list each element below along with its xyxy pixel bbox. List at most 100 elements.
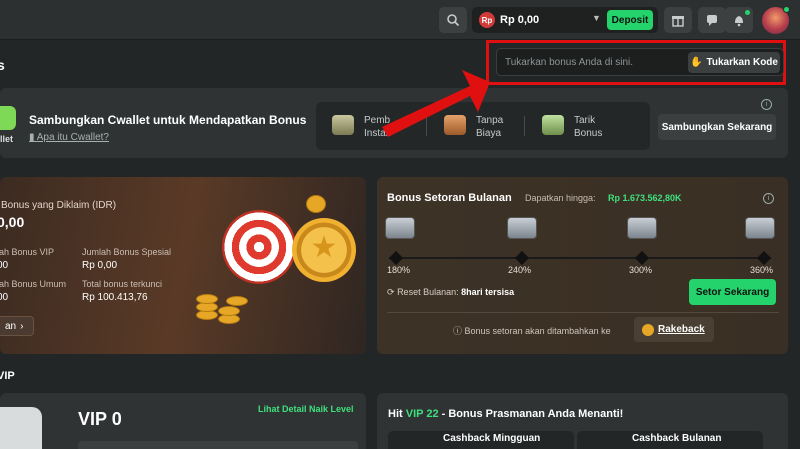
vip-badge-icon: [0, 407, 42, 449]
tier-marker: [388, 250, 404, 266]
special-bonus-value: Rp 0,00: [82, 260, 118, 271]
gift-bag-icon: [444, 115, 466, 135]
hit-vip-level: VIP 22: [405, 408, 439, 420]
reset-label: Reset Bulanan:: [397, 287, 459, 297]
rakeback-button[interactable]: Rakeback: [634, 317, 714, 342]
coin-stack-illustration: [226, 296, 248, 306]
hit-vip-card: Hit VIP 22 - Bonus Prasmanan Anda Menant…: [377, 393, 788, 449]
monthly-reset-info: ⟳ Reset Bulanan: 8hari tersisa: [387, 287, 514, 298]
star-icon: ★: [310, 231, 338, 264]
monthly-deposit-bonus-card: Bonus Setoran Bulanan Dapatkan hingga: R…: [377, 177, 788, 354]
top-bar: Rp Rp 0,00 ▼ Deposit: [0, 0, 800, 40]
coin-stack-illustration: [218, 306, 240, 316]
cwallet-logo-icon: [0, 106, 16, 130]
claimed-bonus-amount: 0,00: [0, 214, 25, 230]
redeem-code-field[interactable]: Tukarkan bonus Anda di sini. ✋ Tukarkan …: [496, 48, 784, 76]
connect-now-button[interactable]: Sambungkan Sekarang: [658, 114, 776, 140]
chest-icon: [745, 217, 775, 239]
feature-label: Tanpa Biaya: [476, 115, 504, 139]
hit-suffix: - Bonus Prasmanan Anda Menanti!: [438, 408, 624, 420]
chest-icon: [507, 217, 537, 239]
coin-stack-illustration: [196, 294, 218, 304]
tier-marker: [756, 250, 772, 266]
chest-icon: [385, 217, 415, 239]
divider: [387, 312, 779, 313]
feature-label: Pemb Instan: [364, 115, 392, 139]
vip-detail-link[interactable]: Lihat Detail Naik Level: [258, 404, 354, 414]
chevron-down-icon[interactable]: ▼: [592, 13, 601, 23]
locked-bonus-label: Total bonus terkunci: [82, 279, 163, 289]
ticket-icon: ✋: [690, 57, 703, 68]
hit-prefix: Hit: [388, 408, 406, 420]
redeem-code-button[interactable]: ✋ Tukarkan Kode: [688, 52, 780, 73]
divider: [524, 116, 525, 136]
chat-icon[interactable]: [698, 7, 726, 33]
tier-marker: [514, 250, 530, 266]
coin-illustration: [306, 195, 326, 213]
refresh-icon: ⟳: [387, 287, 395, 297]
cwallet-info-link[interactable]: ▮ Apa itu Cwallet?: [29, 132, 109, 143]
balance-amount: Rp 0,00: [500, 14, 540, 26]
deposit-note-text: Bonus setoran akan ditambahkan ke: [464, 326, 611, 336]
info-icon[interactable]: i: [761, 99, 772, 110]
general-bonus-value: 00: [0, 292, 9, 303]
deposit-bonus-max-value: Rp 1.673.562,80K: [608, 193, 682, 203]
divider: [426, 116, 427, 136]
locked-bonus-value: Rp 100.413,76: [82, 292, 148, 303]
tier-percent: 300%: [629, 265, 653, 275]
vip-bonus-value: 00: [0, 260, 9, 271]
deposit-button[interactable]: Deposit: [607, 10, 653, 30]
medal-illustration: ★: [292, 218, 356, 282]
cash-stack-icon: [542, 115, 564, 135]
hit-vip-title: Hit VIP 22 - Bonus Prasmanan Anda Menant…: [388, 408, 623, 420]
deposit-now-button[interactable]: Setor Sekarang: [689, 279, 776, 305]
redeem-code-button-label: Tukarkan Kode: [706, 57, 778, 68]
claimed-bonus-action-label: an: [5, 320, 17, 332]
redeem-code-input[interactable]: Tukarkan bonus Anda di sini.: [505, 57, 633, 68]
avatar[interactable]: [762, 6, 790, 34]
cwallet-features: Pemb Instan Tanpa Biaya Tarik Bonus: [316, 102, 650, 150]
claimed-bonus-action-button[interactable]: an ›: [0, 316, 34, 336]
target-illustration: [222, 210, 296, 284]
cwallet-logo-label: llet: [0, 134, 14, 144]
book-icon: ▮: [29, 132, 37, 143]
claimed-bonus-title: l Bonus yang Diklaim (IDR): [0, 200, 117, 211]
notification-dot: [745, 10, 750, 15]
deposit-bonus-sub-label: Dapatkan hingga:: [525, 193, 596, 203]
feature-label: Tarik Bonus: [574, 115, 603, 139]
cwallet-info-link-label: Apa itu Cwallet?: [36, 132, 109, 143]
monthly-cashback-card[interactable]: Cashback Bulanan: [577, 431, 763, 449]
bell-icon[interactable]: [725, 7, 753, 33]
monthly-cashback-label: Cashback Bulanan: [632, 433, 722, 444]
vip-level: VIP 0: [78, 409, 122, 429]
gift-icon[interactable]: [664, 7, 692, 33]
vip-section-title: VIP: [0, 370, 15, 382]
special-bonus-label: Jumlah Bonus Spesial: [82, 247, 172, 257]
balance-selector[interactable]: Rp Rp 0,00 ▼ Deposit: [472, 7, 658, 33]
tier-percent: 240%: [508, 265, 532, 275]
weekly-cashback-card[interactable]: Cashback Mingguan: [388, 431, 574, 449]
info-icon: ⓘ: [453, 326, 463, 336]
online-status-dot: [783, 6, 790, 13]
vip-card: VIP 0 Lihat Detail Naik Level: [0, 393, 366, 449]
chevron-right-icon: ›: [20, 320, 24, 332]
vip-progress-panel: [78, 441, 358, 449]
progress-track: [389, 257, 771, 259]
weekly-cashback-label: Cashback Mingguan: [443, 433, 541, 444]
deposit-note: ⓘ Bonus setoran akan ditambahkan ke: [453, 324, 611, 337]
rakeback-label: Rakeback: [658, 324, 705, 335]
tier-marker: [634, 250, 650, 266]
chest-icon: [627, 217, 657, 239]
reset-value: 8hari tersisa: [461, 287, 515, 297]
page-title: s: [0, 57, 5, 73]
deposit-bonus-title: Bonus Setoran Bulanan: [387, 192, 512, 204]
general-bonus-label: lah Bonus Umum: [0, 279, 67, 289]
rakeback-icon: [642, 323, 654, 336]
info-icon[interactable]: i: [763, 193, 774, 204]
currency-badge: Rp: [479, 12, 495, 28]
vip-bonus-label: lah Bonus VIP: [0, 247, 55, 257]
cwallet-title: Sambungkan Cwallet untuk Mendapatkan Bon…: [29, 113, 307, 127]
tier-percent: 360%: [750, 265, 774, 275]
search-icon[interactable]: [439, 7, 467, 33]
money-icon: [332, 115, 354, 135]
